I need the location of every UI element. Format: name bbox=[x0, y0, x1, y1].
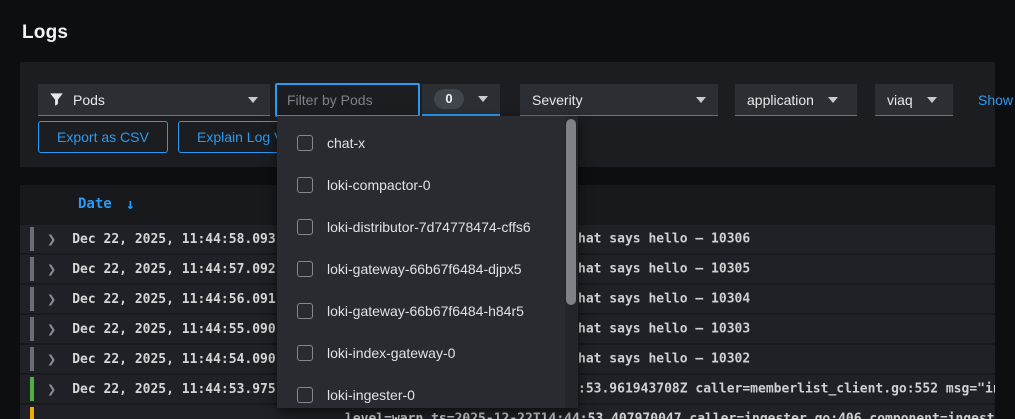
pod-option-label: loki-compactor-0 bbox=[327, 177, 431, 193]
chevron-down-icon bbox=[477, 96, 488, 102]
checkbox[interactable] bbox=[297, 219, 313, 235]
pod-option-loki-index-gateway-0[interactable]: loki-index-gateway-0 bbox=[277, 332, 578, 374]
log-date: Dec 22, 2025, 11:44:57.092 bbox=[72, 261, 276, 277]
pod-option-label: loki-distributor-7d74778474-cffs6 bbox=[327, 219, 531, 235]
pod-option-label: chat-x bbox=[327, 135, 366, 151]
severity-bar bbox=[30, 317, 34, 341]
severity-select-label: Severity bbox=[532, 91, 583, 108]
filter-icon bbox=[50, 93, 63, 106]
chevron-right-icon[interactable]: ❯ bbox=[47, 263, 56, 276]
date-header-label: Date bbox=[78, 196, 112, 212]
checkbox[interactable] bbox=[297, 345, 313, 361]
pod-option-loki-ingester-0[interactable]: loki-ingester-0 bbox=[277, 374, 578, 408]
log-message: hat says hello – 10302 bbox=[578, 351, 751, 367]
filter-input[interactable] bbox=[275, 83, 420, 117]
pod-option-label: loki-ingester-0 bbox=[327, 387, 415, 403]
log-message: hat says hello – 10304 bbox=[578, 291, 751, 307]
chevron-right-icon[interactable]: ❯ bbox=[47, 353, 56, 366]
dropdown-scrollbar-track[interactable] bbox=[565, 116, 578, 408]
log-message: hat says hello – 10305 bbox=[578, 261, 751, 277]
pod-option-loki-distributor-7d74778474-cffs6[interactable]: loki-distributor-7d74778474-cffs6 bbox=[277, 206, 578, 248]
checkbox[interactable] bbox=[297, 135, 313, 151]
pod-option-label: loki-gateway-66b67f6484-h84r5 bbox=[327, 303, 524, 319]
severity-bar bbox=[30, 227, 34, 251]
log-message: level=warn ts=2025-12-22T14:44:53.407970… bbox=[345, 411, 995, 419]
checkbox[interactable] bbox=[297, 387, 313, 403]
chevron-right-icon[interactable]: ❯ bbox=[47, 323, 56, 336]
sort-descending-icon[interactable]: ↓ bbox=[126, 195, 135, 213]
log-date: Dec 22, 2025, 11:44:55.090 bbox=[72, 321, 276, 337]
chevron-right-icon[interactable]: ❯ bbox=[47, 383, 56, 396]
pod-option-chat-x[interactable]: chat-x bbox=[277, 122, 578, 164]
log-type-select[interactable]: application bbox=[735, 84, 857, 116]
pods-filter-dropdown: chat-x loki-compactor-0 loki-distributor-7… bbox=[277, 116, 578, 408]
pods-filter-options: chat-x loki-compactor-0 loki-distributor-7… bbox=[277, 116, 578, 408]
severity-bar bbox=[30, 377, 34, 401]
pod-option-label: loki-gateway-66b67f6484-djpx5 bbox=[327, 261, 522, 277]
log-date: Dec 22, 2025, 11:44:54.090 bbox=[72, 351, 276, 367]
pod-option-loki-gateway-66b67f6484-djpx5[interactable]: loki-gateway-66b67f6484-djpx5 bbox=[277, 248, 578, 290]
severity-bar bbox=[30, 407, 34, 419]
chevron-right-icon[interactable]: ❯ bbox=[47, 233, 56, 246]
severity-select[interactable]: Severity bbox=[520, 84, 718, 116]
pod-option-label: loki-index-gateway-0 bbox=[327, 345, 456, 361]
attribute-select-label: Pods bbox=[73, 91, 105, 108]
chevron-right-icon[interactable]: ❯ bbox=[47, 293, 56, 306]
log-message: hat says hello – 10303 bbox=[578, 321, 751, 337]
severity-bar bbox=[30, 257, 34, 281]
date-column-header[interactable]: Date ↓ bbox=[78, 195, 135, 213]
chevron-down-icon bbox=[696, 96, 706, 103]
attribute-select[interactable]: Pods bbox=[38, 84, 270, 116]
schema-select[interactable]: viaq bbox=[875, 84, 953, 116]
schema-select-label: viaq bbox=[887, 91, 913, 108]
log-date: Dec 22, 2025, 11:44:58.093 bbox=[72, 231, 276, 247]
chevron-down-icon bbox=[827, 96, 838, 103]
log-message: hat says hello – 10306 bbox=[578, 231, 751, 247]
checkbox[interactable] bbox=[297, 303, 313, 319]
severity-bar bbox=[30, 347, 34, 371]
selected-count-badge: 0 bbox=[434, 89, 464, 109]
export-csv-button[interactable]: Export as CSV bbox=[38, 121, 168, 153]
log-type-select-label: application bbox=[747, 91, 814, 108]
log-date: Dec 22, 2025, 11:44:56.091 bbox=[72, 291, 276, 307]
checkbox[interactable] bbox=[297, 261, 313, 277]
log-date: Dec 22, 2025, 11:44:53.975 bbox=[72, 381, 276, 397]
log-message: :53.961943708Z caller=memberlist_client.… bbox=[578, 381, 995, 397]
dropdown-scrollbar-thumb[interactable] bbox=[566, 119, 576, 305]
severity-bar bbox=[30, 287, 34, 311]
selected-count-toggle[interactable]: 0 bbox=[422, 84, 500, 117]
chevron-down-icon bbox=[926, 96, 937, 103]
pod-option-loki-compactor-0[interactable]: loki-compactor-0 bbox=[277, 164, 578, 206]
checkbox[interactable] bbox=[297, 177, 313, 193]
pod-option-loki-gateway-66b67f6484-h84r5[interactable]: loki-gateway-66b67f6484-h84r5 bbox=[277, 290, 578, 332]
chevron-down-icon bbox=[248, 96, 258, 103]
page-title: Logs bbox=[22, 22, 69, 43]
show-resources-link[interactable]: Show R bbox=[978, 92, 1015, 108]
